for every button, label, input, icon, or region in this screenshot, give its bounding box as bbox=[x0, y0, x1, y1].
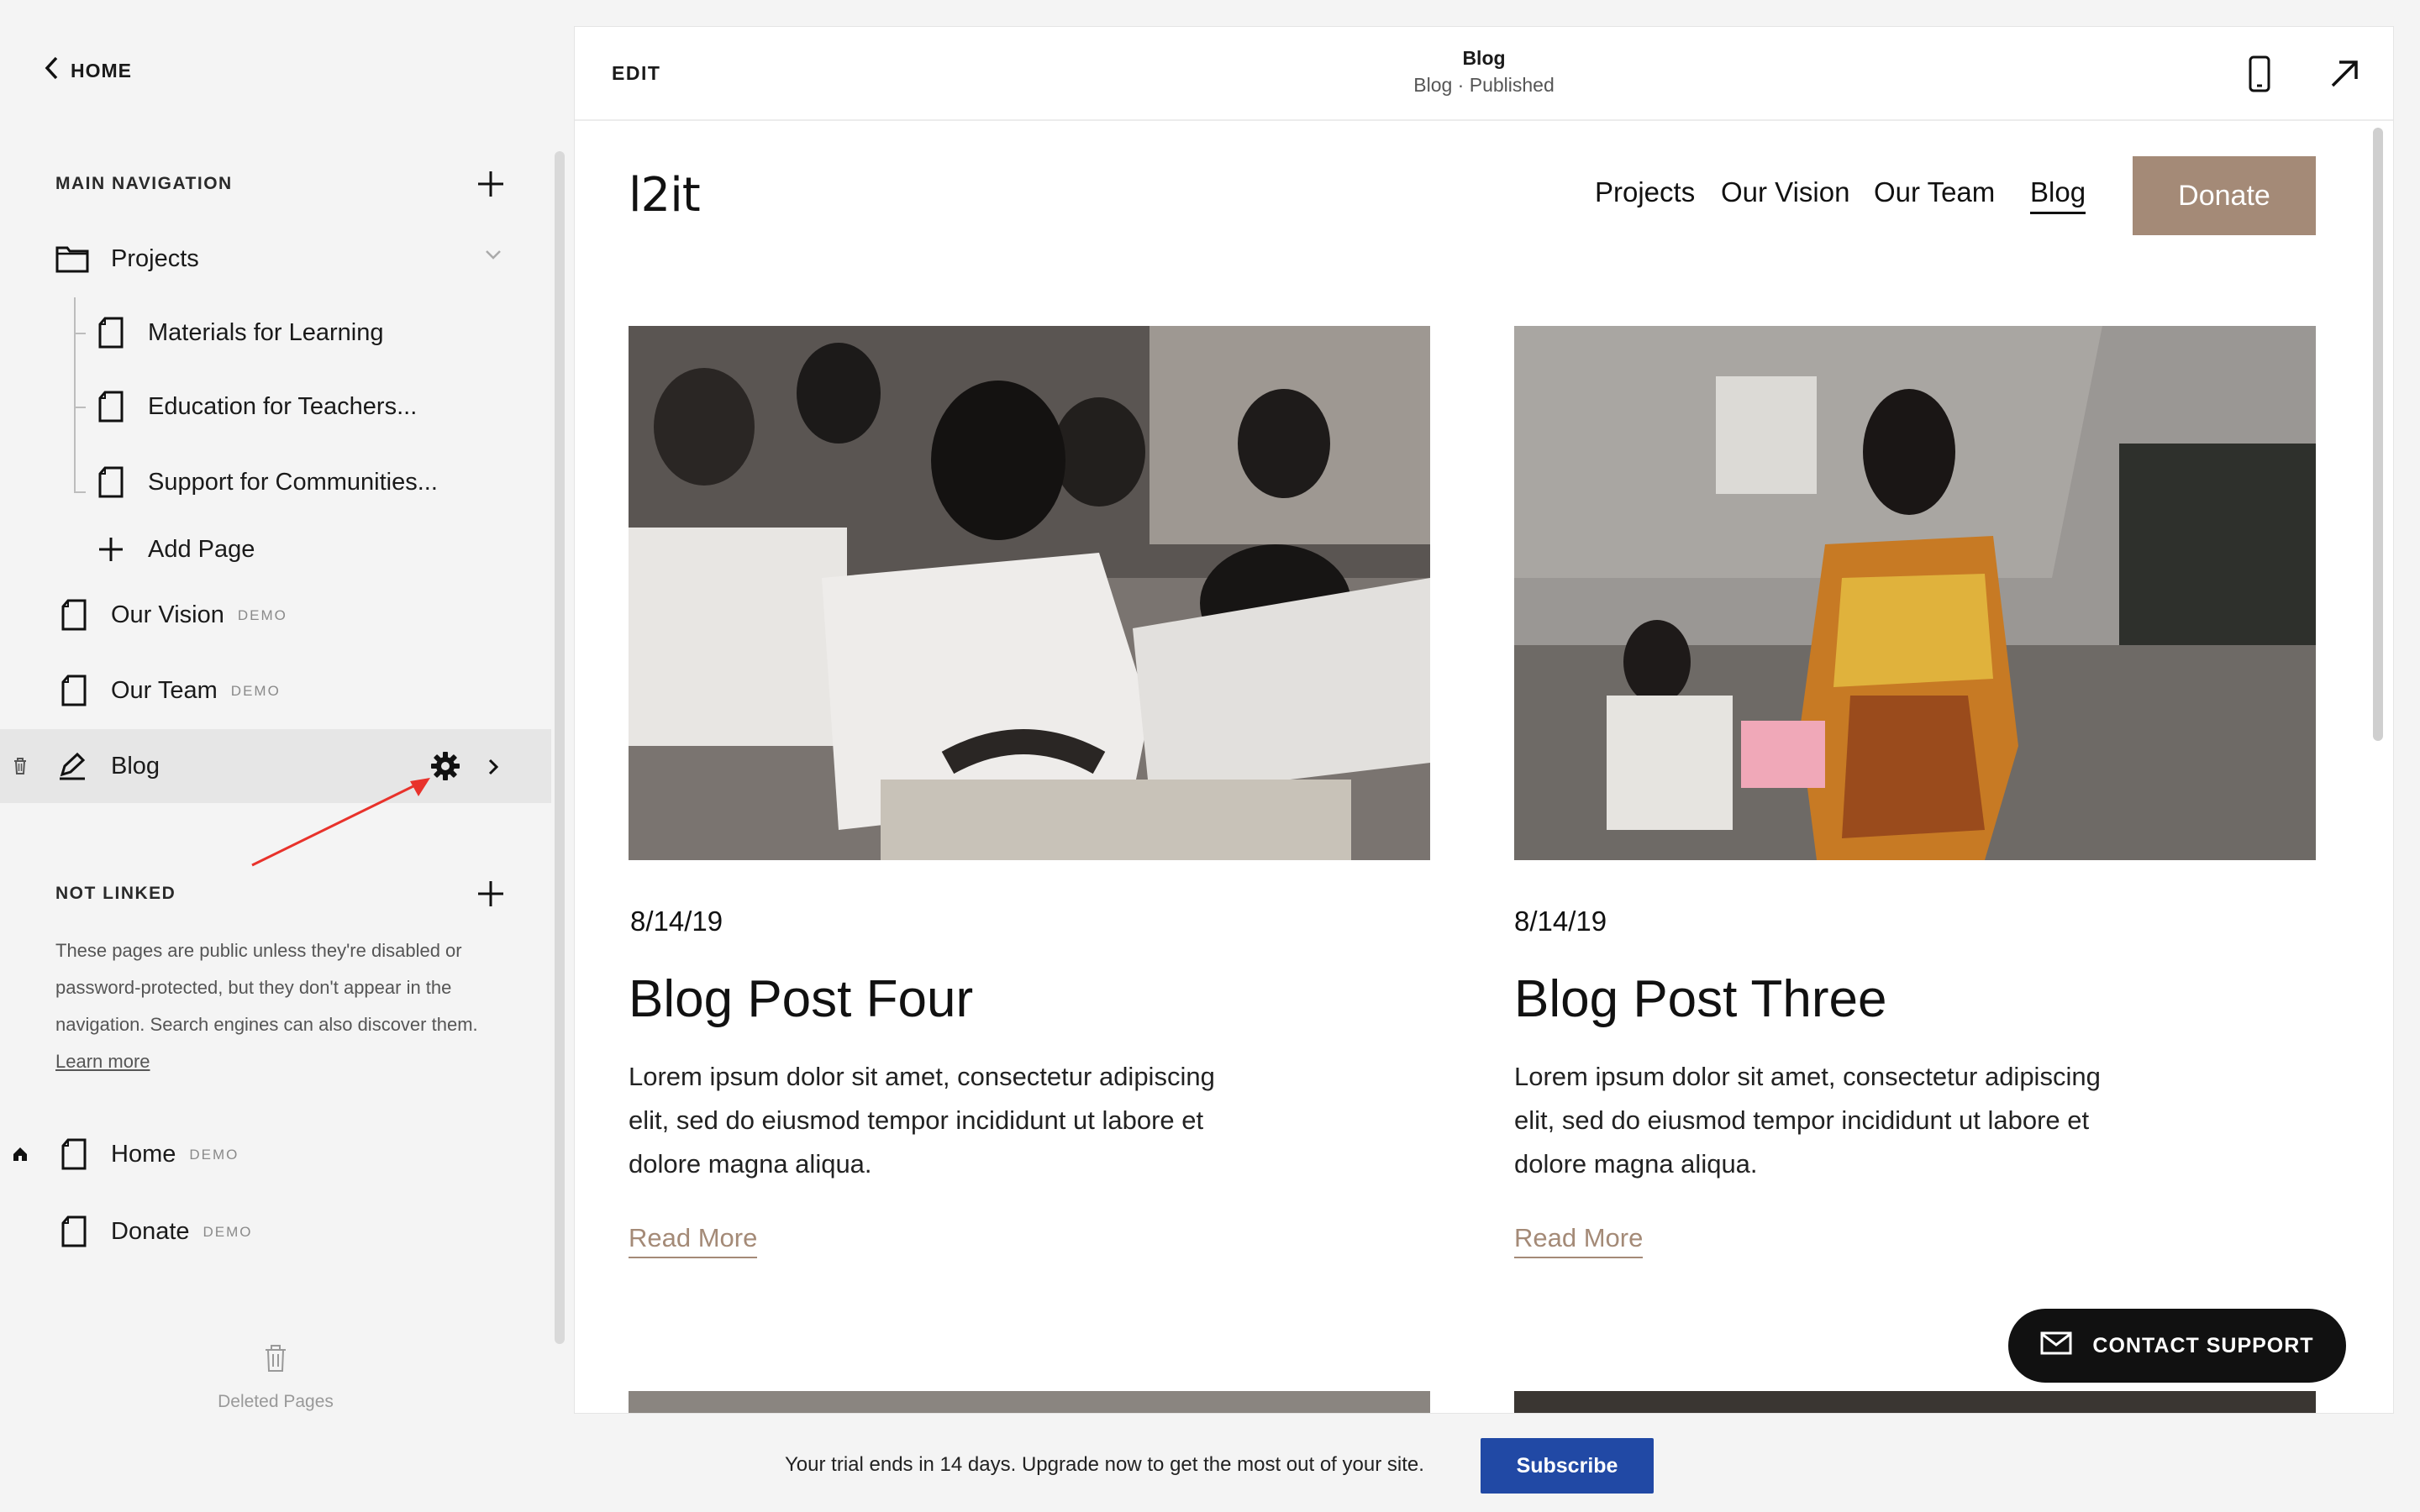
trash-icon bbox=[264, 1345, 287, 1376]
sidebar-item-label: Home bbox=[111, 1140, 176, 1168]
post-title[interactable]: Blog Post Three bbox=[1514, 969, 1886, 1029]
page-icon bbox=[57, 1215, 91, 1248]
editor-scrollbar[interactable] bbox=[2373, 128, 2383, 741]
post-date: 8/14/19 bbox=[630, 906, 723, 937]
page-icon bbox=[94, 316, 128, 349]
not-linked-description-text: These pages are public unless they're di… bbox=[55, 940, 478, 1035]
site-donate-button[interactable]: Donate bbox=[2133, 156, 2316, 235]
sidebar-item-our-team[interactable]: Our Team DEMO bbox=[0, 654, 551, 727]
blog-post-image[interactable] bbox=[629, 1391, 1430, 1413]
add-main-nav-button[interactable] bbox=[474, 167, 508, 201]
page-status: Blog · Published bbox=[1413, 74, 1555, 96]
sidebar-item-label: Support for Communities... bbox=[148, 468, 438, 496]
deleted-pages-label: Deleted Pages bbox=[218, 1392, 334, 1411]
blog-post-image[interactable] bbox=[629, 326, 1430, 860]
page-icon bbox=[94, 390, 128, 423]
sidebar-item-label: Blog bbox=[111, 752, 160, 780]
post-excerpt: Lorem ipsum dolor sit amet, consectetur … bbox=[629, 1062, 1215, 1179]
sidebar-item-label: Education for Teachers... bbox=[148, 392, 418, 420]
sidebar-item-education-for-teachers[interactable]: Education for Teachers... bbox=[0, 370, 551, 444]
trial-message: Your trial ends in 14 days. Upgrade now … bbox=[785, 1453, 1424, 1476]
site-nav-our-vision[interactable]: Our Vision bbox=[1721, 176, 1849, 208]
home-link-label: HOME bbox=[71, 59, 132, 81]
homepage-icon bbox=[12, 1137, 29, 1171]
annotation-arrow bbox=[251, 778, 430, 867]
not-linked-description: These pages are public unless they're di… bbox=[55, 932, 509, 1080]
demo-badge: DEMO bbox=[189, 1146, 239, 1163]
mail-icon bbox=[2040, 1331, 2072, 1361]
add-not-linked-button[interactable] bbox=[474, 877, 508, 911]
demo-badge: DEMO bbox=[237, 606, 287, 623]
deleted-pages-button[interactable]: Deleted Pages bbox=[202, 1344, 350, 1412]
folder-icon bbox=[55, 242, 89, 276]
plus-icon bbox=[94, 533, 128, 566]
post-title[interactable]: Blog Post Four bbox=[629, 969, 973, 1029]
sidebar-scrollbar[interactable] bbox=[555, 151, 565, 1344]
chevron-down-icon[interactable] bbox=[484, 249, 502, 265]
learn-more-link[interactable]: Learn more bbox=[55, 1051, 150, 1072]
post-date: 8/14/19 bbox=[1514, 906, 1607, 937]
demo-badge: DEMO bbox=[203, 1223, 253, 1240]
sidebar-item-home[interactable]: Home DEMO bbox=[0, 1117, 551, 1191]
site-nav-projects[interactable]: Projects bbox=[1595, 176, 1695, 208]
site-nav-blog[interactable]: Blog bbox=[2030, 176, 2086, 214]
sidebar-item-label: Add Page bbox=[148, 535, 255, 563]
blog-post-image[interactable] bbox=[1514, 1391, 2316, 1413]
sidebar-item-donate[interactable]: Donate DEMO bbox=[0, 1194, 551, 1268]
home-back-link[interactable]: HOME bbox=[44, 55, 132, 86]
page-icon bbox=[57, 1137, 91, 1171]
sidebar-item-label: Projects bbox=[111, 244, 199, 272]
subscribe-button[interactable]: Subscribe bbox=[1481, 1438, 1654, 1494]
plus-icon bbox=[478, 881, 503, 906]
sidebar-item-label: Donate bbox=[111, 1217, 190, 1245]
sidebar-item-our-vision[interactable]: Our Vision DEMO bbox=[0, 578, 551, 652]
plus-icon bbox=[478, 171, 503, 197]
chevron-left-icon bbox=[44, 55, 59, 86]
page-icon bbox=[57, 598, 91, 632]
blog-post-image[interactable] bbox=[1514, 326, 2316, 860]
site-logo[interactable]: l2it bbox=[629, 168, 701, 223]
blog-icon bbox=[55, 749, 89, 783]
add-page-button[interactable]: Add Page bbox=[0, 512, 551, 586]
sidebar-item-support-for-communities[interactable]: Support for Communities... bbox=[0, 445, 551, 519]
trash-icon[interactable] bbox=[12, 749, 29, 783]
not-linked-heading: NOT LINKED bbox=[55, 884, 176, 903]
sidebar-item-projects[interactable]: Projects bbox=[0, 222, 551, 296]
sidebar-item-label: Our Vision bbox=[111, 601, 224, 628]
page-icon bbox=[57, 674, 91, 707]
open-external-icon[interactable] bbox=[2329, 59, 2363, 92]
page-icon bbox=[94, 465, 128, 499]
read-more-link[interactable]: Read More bbox=[1514, 1223, 1644, 1258]
contact-support-label: CONTACT SUPPORT bbox=[2092, 1333, 2314, 1357]
site-nav-our-team[interactable]: Our Team bbox=[1874, 176, 1995, 208]
post-excerpt: Lorem ipsum dolor sit amet, consectetur … bbox=[1514, 1062, 2101, 1179]
mobile-preview-icon[interactable] bbox=[2249, 55, 2282, 94]
page-title: Blog bbox=[1462, 47, 1506, 69]
main-navigation-heading: MAIN NAVIGATION bbox=[55, 174, 233, 193]
read-more-link[interactable]: Read More bbox=[629, 1223, 758, 1258]
sidebar-item-label: Materials for Learning bbox=[148, 318, 384, 346]
contact-support-button[interactable]: CONTACT SUPPORT bbox=[2008, 1309, 2346, 1383]
sidebar-item-materials-for-learning[interactable]: Materials for Learning bbox=[0, 296, 551, 370]
sidebar: HOME MAIN NAVIGATION Projects Materials … bbox=[0, 0, 565, 1420]
sidebar-item-label: Our Team bbox=[111, 676, 218, 704]
demo-badge: DEMO bbox=[230, 682, 281, 699]
editor-panel: EDIT Blog Blog · Published l2it Projects… bbox=[575, 27, 2393, 1413]
editor-header: EDIT Blog Blog · Published bbox=[575, 27, 2393, 121]
chevron-right-icon[interactable] bbox=[487, 758, 499, 780]
